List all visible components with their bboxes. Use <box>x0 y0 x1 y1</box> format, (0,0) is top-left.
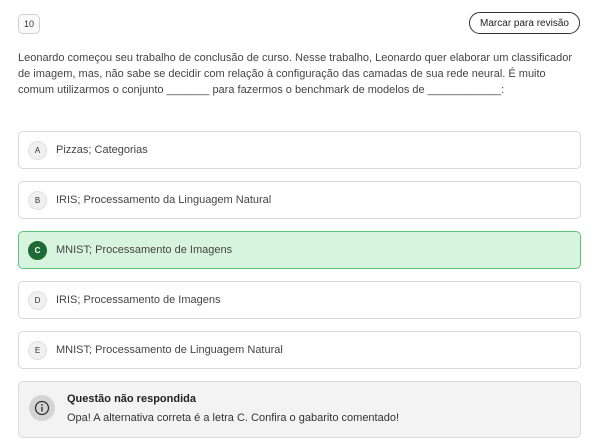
feedback-text: Opa! A alternativa correta é a letra C. … <box>67 412 400 424</box>
info-icon <box>29 395 55 421</box>
option-text: IRIS; Processamento da Linguagem Natural <box>56 194 272 206</box>
option-c[interactable]: C MNIST; Processamento de Imagens <box>18 231 581 269</box>
mark-for-review-button[interactable]: Marcar para revisão <box>469 12 580 34</box>
option-letter: B <box>28 190 47 210</box>
option-letter: C <box>28 240 47 260</box>
option-text: Pizzas; Categorias <box>56 144 148 156</box>
option-letter: D <box>28 290 47 310</box>
question-text: Leonardo começou seu trabalho de conclus… <box>18 52 573 96</box>
option-e[interactable]: E MNIST; Processamento de Linguagem Natu… <box>18 331 581 369</box>
option-a[interactable]: A Pizzas; Categorias <box>18 131 581 169</box>
option-letter: E <box>28 340 47 360</box>
feedback-panel: Questão não respondida Opa! A alternativ… <box>18 381 581 438</box>
option-b[interactable]: B IRIS; Processamento da Linguagem Natur… <box>18 181 581 219</box>
option-d[interactable]: D IRIS; Processamento de Imagens <box>18 281 581 319</box>
option-text: IRIS; Processamento de Imagens <box>56 294 221 306</box>
feedback-title: Questão não respondida <box>67 393 196 405</box>
option-letter: A <box>28 140 47 160</box>
question-number-badge: 10 <box>18 14 40 34</box>
option-text: MNIST; Processamento de Imagens <box>56 244 233 256</box>
option-text: MNIST; Processamento de Linguagem Natura… <box>56 344 283 356</box>
